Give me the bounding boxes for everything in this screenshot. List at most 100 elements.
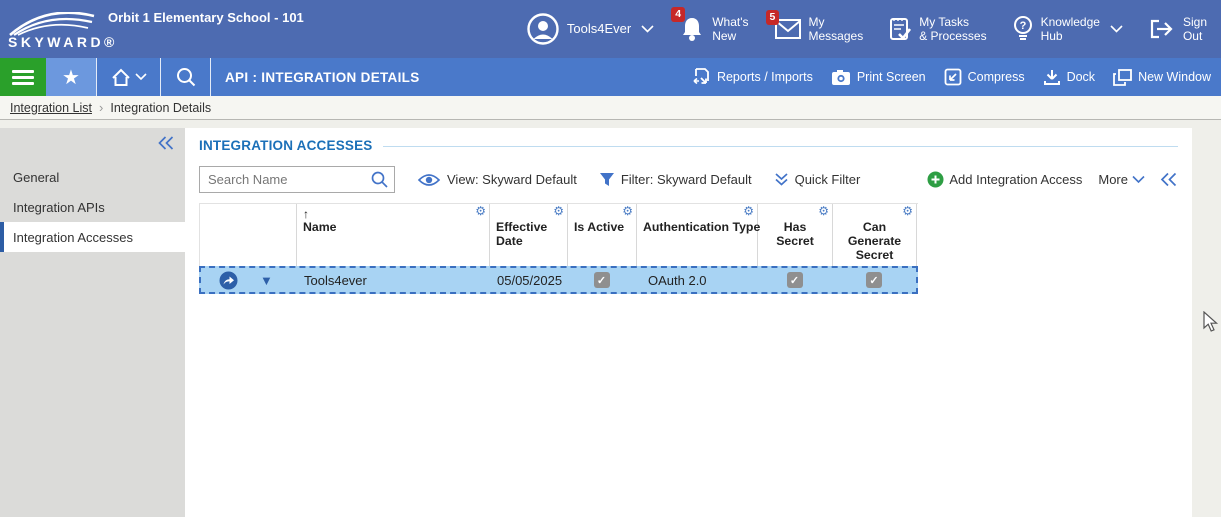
row-authentication-type-cell: OAuth 2.0	[648, 272, 707, 288]
brand-text: SKYWARD®	[8, 34, 118, 50]
global-search-button[interactable]	[160, 58, 210, 96]
column-settings-icon[interactable]: ⚙	[622, 204, 633, 218]
breadcrumb-integration-list[interactable]: Integration List	[10, 101, 92, 115]
view-selector[interactable]: View: Skyward Default	[417, 172, 577, 187]
new-window-icon	[1113, 68, 1132, 86]
table-header-row: ⚙ ↑ Name ⚙ Effective Date ⚙ Is Active ⚙ …	[199, 203, 918, 267]
toolbar-actions: Reports / Imports Print Screen Compress	[692, 58, 1221, 96]
whats-new-label-1: What's	[712, 14, 749, 29]
check-icon: ✓	[596, 274, 607, 287]
column-header-actions	[200, 204, 297, 267]
lightbulb-icon: ?	[1013, 16, 1032, 40]
chevron-down-icon	[1110, 25, 1123, 33]
column-header-can-generate-secret[interactable]: ⚙ Can Generate Secret	[833, 204, 917, 267]
my-messages-button[interactable]: 5 My Messages	[765, 10, 863, 44]
panel-collapse-button[interactable]	[1159, 172, 1178, 187]
row-name-cell: Tools4ever	[304, 272, 367, 288]
avatar-icon	[527, 13, 559, 45]
reports-imports-icon	[693, 67, 709, 84]
eye-icon	[417, 173, 441, 186]
star-icon: ★	[62, 66, 80, 89]
my-messages-label-1: My	[808, 14, 825, 29]
hamburger-icon	[12, 69, 34, 73]
whats-new-button[interactable]: 4 What's New	[671, 7, 749, 44]
home-button[interactable]	[96, 58, 160, 96]
can-generate-secret-checkbox-checked: ✓	[866, 272, 882, 289]
row-is-active-cell: ✓	[567, 268, 636, 292]
column-header-effective-date[interactable]: ⚙ Effective Date	[490, 204, 568, 267]
knowledge-hub-button[interactable]: ? Knowledge Hub	[1013, 15, 1123, 44]
search-name-field[interactable]	[199, 166, 395, 193]
more-label: More	[1098, 172, 1128, 187]
column-settings-icon[interactable]: ⚙	[553, 204, 564, 218]
table-row[interactable]: ▼ Tools4ever 05/05/2025 ✓ OAuth 2.0 ✓ ✓	[199, 266, 918, 295]
sidebar-item-integration-apis[interactable]: Integration APIs	[0, 192, 185, 222]
add-integration-access-button[interactable]: Add Integration Access	[927, 171, 1082, 188]
is-active-checkbox-checked: ✓	[593, 272, 610, 289]
more-button[interactable]: More	[1098, 172, 1145, 187]
new-window-label: New Window	[1138, 70, 1211, 84]
column-settings-icon[interactable]: ⚙	[818, 204, 829, 218]
compress-label: Compress	[967, 70, 1025, 84]
skyward-logo[interactable]: SKYWARD®	[0, 8, 114, 50]
dock-button[interactable]: Dock	[1043, 69, 1095, 86]
new-window-button[interactable]: New Window	[1113, 68, 1211, 86]
double-chevron-down-icon	[775, 173, 788, 186]
add-plus-icon	[927, 171, 944, 188]
skyward-swoosh-icon	[9, 12, 95, 36]
column-header-authentication-type[interactable]: ⚙ Authentication Type	[637, 204, 760, 267]
row-effective-date-cell: 05/05/2025	[497, 272, 563, 288]
integration-accesses-table: ⚙ ↑ Name ⚙ Effective Date ⚙ Is Active ⚙ …	[199, 203, 918, 295]
heading-rule	[382, 146, 1178, 147]
row-has-secret-cell: ✓	[757, 268, 832, 292]
tasks-clipboard-icon	[890, 18, 912, 40]
sign-out-button[interactable]: Sign Out	[1149, 15, 1207, 44]
print-screen-button[interactable]: Print Screen	[831, 69, 926, 86]
page-body: General Integration APIs Integration Acc…	[0, 120, 1221, 517]
column-header-has-secret[interactable]: ⚙ Has Secret	[758, 204, 833, 267]
column-settings-icon[interactable]: ⚙	[475, 204, 486, 218]
user-menu[interactable]: Tools4Ever	[527, 13, 654, 45]
page-title: INTEGRATION ACCESSES	[199, 138, 373, 153]
open-record-icon[interactable]	[219, 271, 238, 290]
filter-label: Filter: Skyward Default	[620, 172, 752, 187]
module-toolbar: ★ API : INTEGRATION DETAILS Reports / Im…	[0, 58, 1221, 96]
whats-new-label-2: New	[712, 29, 737, 43]
content-panel: INTEGRATION ACCESSES View: Skyward Defau…	[185, 128, 1192, 517]
breadcrumb-chevron-icon: ›	[99, 100, 104, 115]
funnel-icon	[599, 172, 614, 186]
sidebar-item-integration-accesses[interactable]: Integration Accesses	[0, 222, 185, 252]
search-icon[interactable]	[371, 171, 388, 188]
check-icon: ✓	[869, 274, 879, 287]
my-messages-badge: 5	[765, 10, 780, 25]
hamburger-menu-button[interactable]	[0, 58, 46, 96]
row-expand-icon[interactable]: ▼	[260, 274, 273, 287]
chevron-down-icon	[641, 25, 654, 33]
favorites-button[interactable]: ★	[46, 58, 96, 96]
print-screen-label: Print Screen	[856, 70, 926, 84]
double-chevron-left-icon	[1160, 172, 1177, 187]
view-label: View: Skyward Default	[447, 172, 577, 187]
search-icon	[176, 68, 195, 87]
quick-filter-button[interactable]: Quick Filter	[774, 172, 860, 187]
column-settings-icon[interactable]: ⚙	[743, 204, 754, 218]
row-can-generate-secret-cell: ✓	[832, 268, 916, 292]
column-settings-icon[interactable]: ⚙	[902, 204, 913, 218]
module-title: API : INTEGRATION DETAILS	[210, 58, 420, 96]
column-header-is-active[interactable]: ⚙ Is Active	[568, 204, 637, 267]
school-title: Orbit 1 Elementary School - 101	[108, 10, 304, 25]
sidebar-item-general[interactable]: General	[0, 162, 185, 192]
filter-selector[interactable]: Filter: Skyward Default	[599, 172, 752, 188]
compress-icon	[944, 68, 962, 86]
sign-out-label-1: Sign	[1182, 14, 1207, 29]
compress-button[interactable]: Compress	[944, 68, 1025, 86]
knowledge-hub-label-2: Hub	[1040, 29, 1063, 43]
has-secret-checkbox-checked: ✓	[786, 272, 803, 289]
home-icon	[111, 68, 130, 86]
sidebar-collapse-button[interactable]	[157, 136, 175, 155]
column-header-name[interactable]: ⚙ ↑ Name	[297, 204, 490, 267]
my-tasks-button[interactable]: My Tasks & Processes	[889, 15, 987, 44]
chevron-down-icon	[1132, 175, 1145, 184]
search-name-input[interactable]	[200, 172, 371, 187]
reports-imports-button[interactable]: Reports / Imports	[692, 67, 813, 87]
